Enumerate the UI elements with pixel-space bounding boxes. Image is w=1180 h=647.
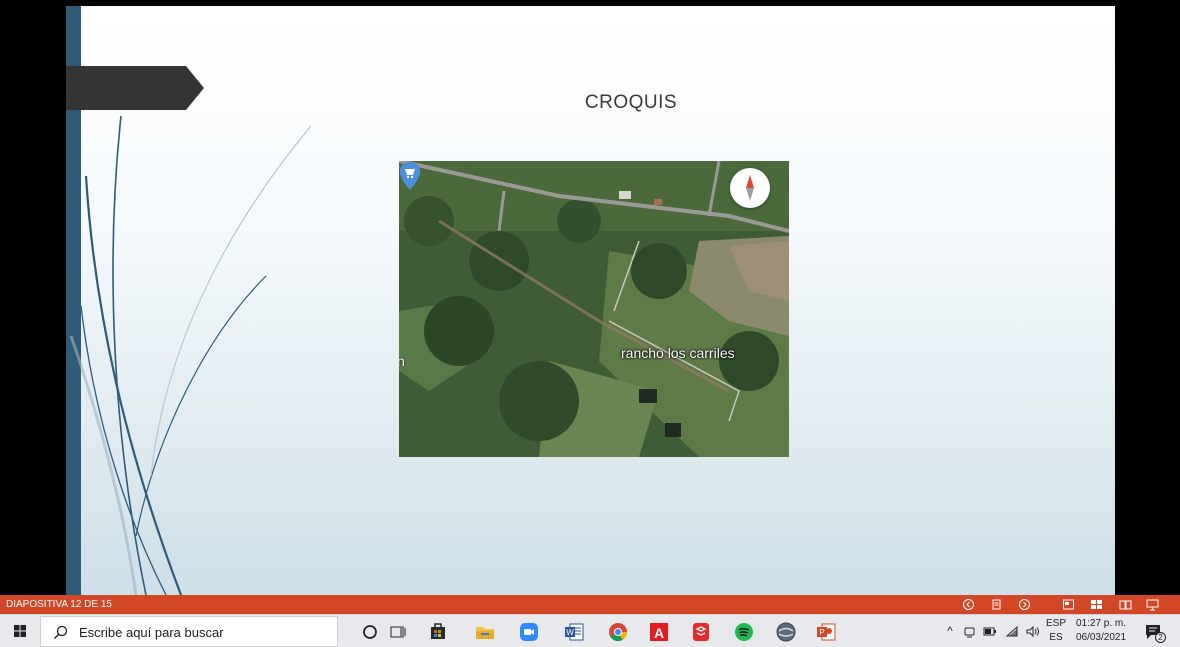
notification-count: 2 (1155, 632, 1166, 643)
wifi-icon[interactable] (1005, 625, 1019, 643)
windows-taskbar: Escribe aquí para buscar W A P ^ ESP ES … (0, 614, 1180, 647)
clock-date[interactable]: 06/03/2021 (1064, 632, 1138, 643)
satellite-map-image[interactable]: n rancho los carriles (399, 161, 789, 457)
show-hidden-icons-icon[interactable]: ^ (943, 624, 957, 638)
notifications-icon[interactable]: 2 (1142, 620, 1166, 644)
powerpoint-status-bar: DIAPOSITIVA 12 DE 15 (0, 595, 1180, 614)
slide-title[interactable]: CROQUIS (526, 92, 736, 114)
search-placeholder: Escribe aquí para buscar (79, 625, 224, 640)
search-icon (53, 625, 68, 640)
previous-slide-icon[interactable] (962, 598, 975, 611)
slide-sorter-icon[interactable] (1090, 598, 1103, 611)
file-explorer-icon[interactable] (472, 619, 498, 645)
slide-counter: DIAPOSITIVA 12 DE 15 (6, 599, 112, 610)
normal-view-icon[interactable] (1062, 598, 1075, 611)
store-icon[interactable] (425, 619, 451, 645)
map-edge-label: n (399, 353, 405, 369)
reading-view-icon[interactable] (1119, 598, 1132, 611)
zoom-icon[interactable] (516, 619, 542, 645)
google-earth-icon[interactable] (773, 619, 799, 645)
sketchup-icon[interactable] (688, 619, 714, 645)
task-view-icon[interactable] (385, 619, 411, 645)
word-icon[interactable]: W (561, 619, 587, 645)
windows-logo-icon (14, 625, 26, 637)
start-button[interactable] (0, 615, 40, 647)
svg-text:P: P (819, 628, 824, 637)
cortana-icon[interactable] (357, 619, 383, 645)
chrome-icon[interactable] (605, 619, 631, 645)
powerpoint-window: CROQUIS n rancho los carriles DIAPOSITIV… (0, 0, 1180, 647)
slideshow-icon[interactable] (1146, 598, 1159, 611)
place-label: rancho los carriles (621, 345, 735, 361)
slide-menu-icon[interactable] (990, 598, 1003, 611)
autocad-icon[interactable]: A (646, 619, 672, 645)
battery-icon[interactable] (983, 625, 997, 643)
svg-text:W: W (566, 628, 574, 637)
slide-canvas[interactable]: CROQUIS n rancho los carriles (66, 6, 1115, 595)
next-slide-icon[interactable] (1018, 598, 1031, 611)
meet-now-icon[interactable] (963, 625, 976, 643)
taskbar-search-box[interactable]: Escribe aquí para buscar (40, 616, 338, 647)
shopping-pin-icon[interactable] (399, 161, 421, 191)
clock-time[interactable]: 01:27 p. m. (1064, 618, 1138, 629)
svg-text:A: A (654, 625, 664, 641)
powerpoint-icon[interactable]: P (813, 619, 839, 645)
title-arrow-shape (66, 66, 204, 110)
volume-icon[interactable] (1025, 625, 1041, 643)
compass-icon[interactable] (730, 168, 770, 208)
spotify-icon[interactable] (731, 619, 757, 645)
